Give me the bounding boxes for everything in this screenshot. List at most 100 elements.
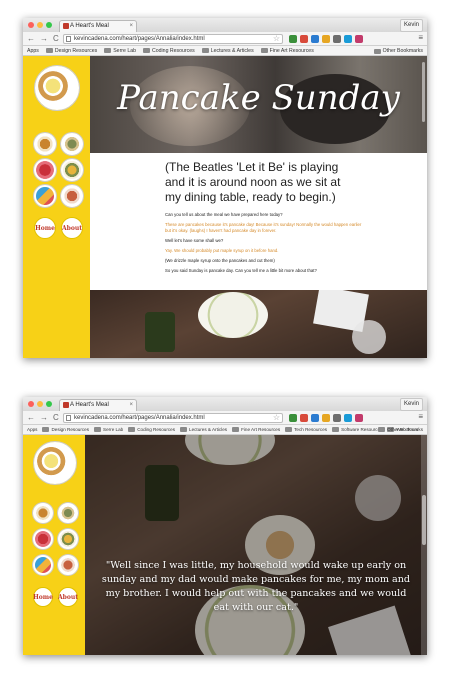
folder-icon bbox=[42, 427, 50, 432]
profile-button[interactable]: Kevin bbox=[399, 398, 423, 411]
dish-thumbnail[interactable] bbox=[61, 159, 83, 181]
dish-thumbnail[interactable] bbox=[34, 159, 56, 181]
extension-icon[interactable] bbox=[333, 414, 341, 422]
extension-icon[interactable] bbox=[322, 414, 330, 422]
about-nav-button[interactable]: About bbox=[58, 587, 78, 607]
close-window-icon[interactable] bbox=[28, 401, 34, 407]
bookmark-software-resources[interactable]: Software Resources bbox=[332, 427, 382, 432]
dish-thumbnail[interactable] bbox=[34, 133, 56, 155]
extension-icon[interactable] bbox=[355, 35, 363, 43]
qa-line: (We drizzle maple syrup onto the pancake… bbox=[165, 258, 275, 263]
maximize-window-icon[interactable] bbox=[46, 22, 52, 28]
bookmarks-bar: Apps Design Resources Serre Lab Coding R… bbox=[23, 425, 427, 435]
dish-thumbnail[interactable] bbox=[33, 529, 53, 549]
bookmark-coding-resources[interactable]: Coding Resources bbox=[128, 427, 175, 432]
bookmark-design-resources[interactable]: Design Resources bbox=[42, 427, 89, 432]
dish-thumbnail[interactable] bbox=[58, 503, 78, 523]
qa-line: Yay. We should probably put maple syrup … bbox=[165, 248, 279, 253]
extension-icon[interactable] bbox=[300, 35, 308, 43]
scrollbar[interactable] bbox=[422, 62, 425, 122]
folder-icon bbox=[45, 48, 53, 53]
star-icon[interactable]: ☆ bbox=[273, 413, 280, 422]
main-dish-image[interactable] bbox=[34, 442, 76, 484]
page-title: Pancake Sunday bbox=[117, 78, 400, 118]
bookmark-serre-lab[interactable]: Serre Lab bbox=[104, 48, 136, 54]
qa-line: These are pancakes because it's pancake … bbox=[165, 222, 362, 233]
extension-icon[interactable] bbox=[311, 414, 319, 422]
browser-tab[interactable]: A Heart's Meal × bbox=[59, 20, 137, 32]
maximize-window-icon[interactable] bbox=[46, 401, 52, 407]
title-bar: A Heart's Meal × Kevin bbox=[23, 397, 427, 411]
bookmark-apps[interactable]: Apps bbox=[27, 427, 37, 432]
browser-tab[interactable]: A Heart's Meal × bbox=[59, 399, 137, 411]
main-dish-image[interactable] bbox=[35, 66, 79, 110]
tab-close-icon[interactable]: × bbox=[129, 400, 133, 411]
dish-thumbnail[interactable] bbox=[34, 185, 56, 207]
bookmark-tech-resources[interactable]: Tech Resources bbox=[285, 427, 327, 432]
home-nav-button[interactable]: Home bbox=[33, 587, 53, 607]
extension-icon[interactable] bbox=[333, 35, 341, 43]
browser-toolbar: ← → C kevincadena.com/heart/pages/Annali… bbox=[23, 32, 427, 46]
folder-icon bbox=[260, 48, 268, 53]
minimize-window-icon[interactable] bbox=[37, 22, 43, 28]
other-bookmarks[interactable]: Other Bookmarks bbox=[373, 48, 423, 54]
forward-arrow-icon[interactable]: → bbox=[40, 34, 48, 44]
extension-icon[interactable] bbox=[344, 414, 352, 422]
dish-thumbnail[interactable] bbox=[58, 555, 78, 575]
menu-icon[interactable]: ≡ bbox=[418, 412, 423, 421]
extension-icon[interactable] bbox=[355, 414, 363, 422]
folder-icon bbox=[94, 427, 102, 432]
browser-toolbar: ← → C kevincadena.com/heart/pages/Annali… bbox=[23, 411, 427, 425]
bookmark-serre-lab[interactable]: Serre Lab bbox=[94, 427, 123, 432]
other-bookmarks[interactable]: Other Bookmarks bbox=[378, 427, 423, 432]
folder-icon bbox=[332, 427, 340, 432]
dish-thumbnail[interactable] bbox=[33, 555, 53, 575]
dish-thumbnail[interactable] bbox=[61, 185, 83, 207]
back-arrow-icon[interactable]: ← bbox=[27, 413, 35, 423]
extension-icon[interactable] bbox=[289, 414, 297, 422]
sidebar: Home About bbox=[23, 56, 90, 358]
folder-icon bbox=[201, 48, 209, 53]
window-controls[interactable] bbox=[28, 401, 52, 407]
table-photo bbox=[85, 435, 427, 655]
scrollbar-thumb[interactable] bbox=[422, 495, 426, 545]
extension-icon[interactable] bbox=[300, 414, 308, 422]
bookmark-design-resources[interactable]: Design Resources bbox=[45, 48, 97, 54]
bookmark-apps[interactable]: Apps bbox=[27, 48, 39, 54]
dish-thumbnail[interactable] bbox=[33, 503, 53, 523]
bookmark-fine-art-resources[interactable]: Fine Art Resources bbox=[232, 427, 280, 432]
menu-icon[interactable]: ≡ bbox=[418, 33, 423, 42]
page-viewport: Home About Pancake Sunday (The Beatles '… bbox=[23, 56, 427, 358]
bookmark-coding-resources[interactable]: Coding Resources bbox=[143, 48, 195, 54]
home-nav-button[interactable]: Home bbox=[34, 217, 56, 239]
profile-button[interactable]: Kevin bbox=[399, 19, 423, 32]
extension-icon[interactable] bbox=[289, 35, 297, 43]
folder-icon bbox=[232, 427, 240, 432]
extension-icon[interactable] bbox=[344, 35, 352, 43]
address-bar[interactable]: kevincadena.com/heart/pages/Annalia/inde… bbox=[63, 34, 283, 44]
interview-quote: "Well since I was little, my household w… bbox=[101, 560, 411, 613]
extension-icon[interactable] bbox=[322, 35, 330, 43]
reload-icon[interactable]: C bbox=[53, 34, 59, 44]
address-bar[interactable]: kevincadena.com/heart/pages/Annalia/inde… bbox=[63, 413, 283, 423]
scrollbar[interactable] bbox=[421, 435, 427, 655]
dish-thumbnail[interactable] bbox=[61, 133, 83, 155]
bookmark-lectures-articles[interactable]: Lectures & Articles bbox=[201, 48, 254, 54]
minimize-window-icon[interactable] bbox=[37, 401, 43, 407]
url-text: kevincadena.com/heart/pages/Annalia/inde… bbox=[74, 415, 205, 421]
bookmark-lectures-articles[interactable]: Lectures & Articles bbox=[180, 427, 227, 432]
bookmark-fine-art-resources[interactable]: Fine Art Resources bbox=[260, 48, 314, 54]
back-arrow-icon[interactable]: ← bbox=[27, 34, 35, 44]
dish-thumbnail[interactable] bbox=[58, 529, 78, 549]
favicon-icon bbox=[63, 402, 69, 408]
reload-icon[interactable]: C bbox=[53, 413, 59, 423]
tab-close-icon[interactable]: × bbox=[129, 21, 133, 32]
window-controls[interactable] bbox=[28, 22, 52, 28]
extension-icon[interactable] bbox=[311, 35, 319, 43]
close-window-icon[interactable] bbox=[28, 22, 34, 28]
hero-banner: Pancake Sunday bbox=[90, 56, 427, 153]
forward-arrow-icon[interactable]: → bbox=[40, 413, 48, 423]
star-icon[interactable]: ☆ bbox=[273, 34, 280, 43]
interview-content: (The Beatles 'Let it Be' is playing and … bbox=[90, 153, 427, 290]
about-nav-button[interactable]: About bbox=[61, 217, 83, 239]
